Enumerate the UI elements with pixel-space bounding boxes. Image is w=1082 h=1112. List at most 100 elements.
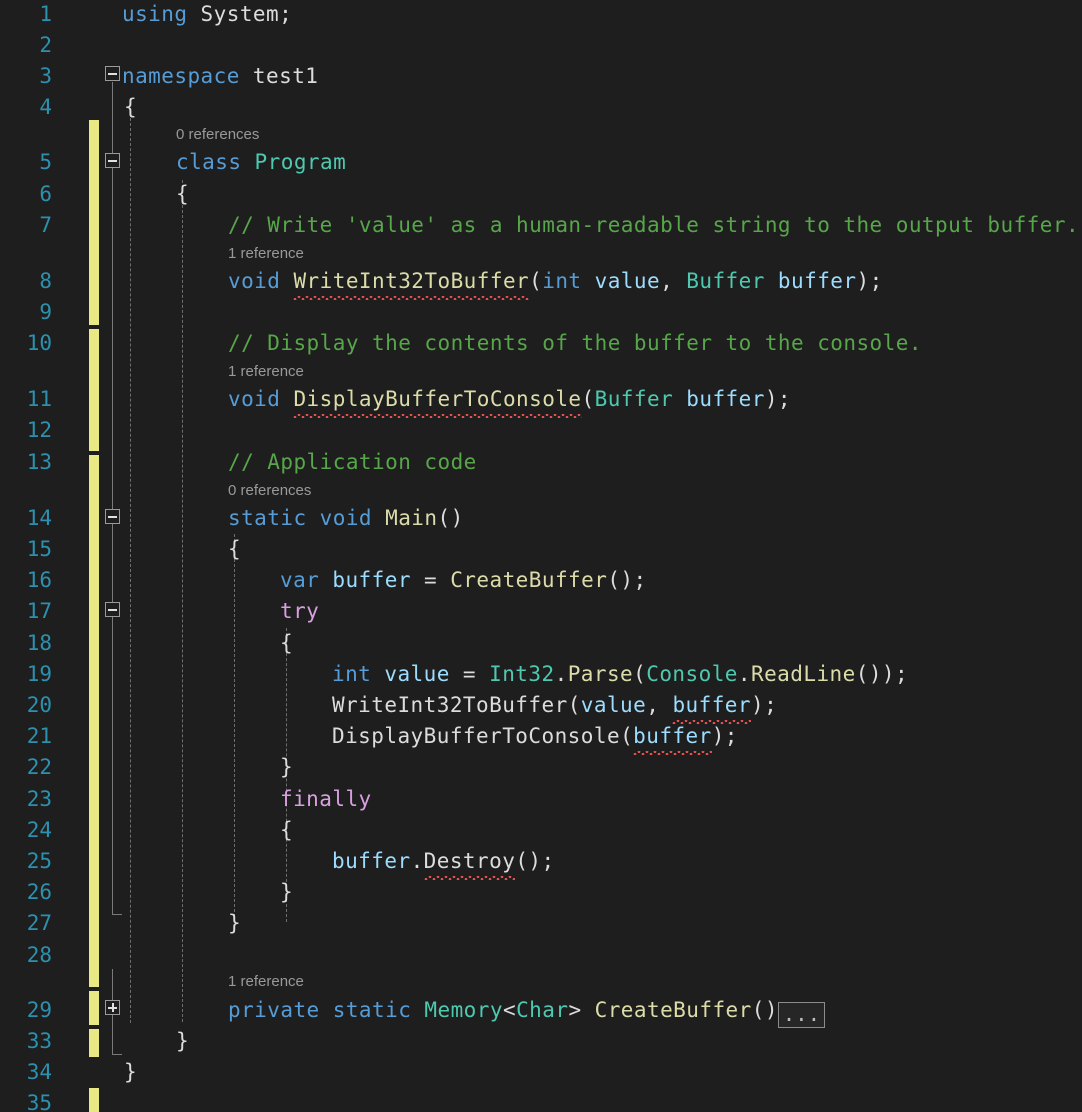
token-comma: ,	[646, 693, 672, 717]
code-line-25[interactable]: buffer.Destroy();	[332, 846, 555, 877]
code-line-20[interactable]: WriteInt32ToBuffer(value, buffer);	[332, 690, 777, 721]
collapsed-region-ellipsis[interactable]: ...	[778, 1002, 825, 1028]
line-number: 15	[0, 534, 52, 565]
type-buffer: Buffer	[686, 269, 765, 293]
token-close-paren-semicolon: );	[857, 269, 883, 293]
comment-display-contents: // Display the contents of the buffer to…	[228, 331, 922, 355]
fold-toggle-expand-createbuffer[interactable]	[105, 1000, 120, 1015]
local-value: value	[371, 662, 450, 686]
indent-guide	[234, 534, 235, 922]
minus-icon	[108, 516, 117, 518]
type-char: Char	[516, 998, 568, 1022]
code-line-13[interactable]: // Application code	[228, 447, 477, 478]
method-readline[interactable]: ReadLine	[751, 662, 856, 686]
code-line-5[interactable]: class Program	[176, 147, 346, 178]
code-line-10[interactable]: // Display the contents of the buffer to…	[228, 328, 922, 359]
codelens-references[interactable]: 1 reference	[228, 362, 304, 381]
code-line-8[interactable]: void WriteInt32ToBuffer(int value, Buffe…	[228, 266, 883, 297]
token-assign: =	[411, 568, 450, 592]
method-call-destroy[interactable]: Destroy	[424, 846, 516, 877]
token-open-brace: {	[280, 631, 293, 655]
code-line-11[interactable]: void DisplayBufferToConsole(Buffer buffe…	[228, 384, 791, 415]
code-line-24[interactable]: {	[280, 815, 293, 846]
line-number: 3	[0, 61, 52, 92]
code-line-4[interactable]: {	[124, 92, 137, 123]
change-bar-segment	[89, 455, 99, 987]
fold-toggle-collapse-main[interactable]	[105, 509, 120, 524]
fold-toggle-collapse-try[interactable]	[105, 602, 120, 617]
argument-buffer[interactable]: buffer	[672, 690, 751, 721]
indent-guide	[130, 118, 131, 1023]
keyword-int: int	[542, 269, 581, 293]
fold-toggle-collapse-namespace[interactable]	[105, 66, 120, 81]
codelens-references[interactable]: 1 reference	[228, 244, 304, 263]
method-createbuffer[interactable]: CreateBuffer	[595, 998, 752, 1022]
token-system: System;	[187, 2, 292, 26]
codelens-references[interactable]: 0 references	[228, 481, 311, 500]
keyword-void: void	[228, 269, 280, 293]
method-writeint32tobuffer[interactable]: WriteInt32ToBuffer	[293, 266, 529, 297]
code-editor[interactable]: 1 2 3 4 5 6 7 8 9 10 11 12 13 14 15 16 1…	[0, 0, 1082, 1112]
fold-toggle-collapse-class[interactable]	[105, 153, 120, 168]
code-line-33[interactable]: }	[176, 1026, 189, 1057]
code-line-23[interactable]: finally	[280, 784, 372, 815]
minus-icon	[108, 609, 117, 611]
token-open-brace: {	[280, 818, 293, 842]
token-space	[280, 269, 293, 293]
code-line-26[interactable]: }	[280, 877, 293, 908]
change-bar-segment	[89, 1029, 99, 1057]
token-assign: =	[450, 662, 489, 686]
method-createbuffer-call[interactable]: CreateBuffer	[450, 568, 607, 592]
code-line-17[interactable]: try	[280, 596, 319, 627]
code-line-16[interactable]: var buffer = CreateBuffer();	[280, 565, 647, 596]
method-call-displaybuffertoconsole[interactable]: DisplayBufferToConsole	[332, 724, 620, 748]
line-number: 7	[0, 210, 52, 241]
argument-buffer[interactable]: buffer	[633, 721, 712, 752]
method-call-writeint32tobuffer[interactable]: WriteInt32ToBuffer	[332, 693, 568, 717]
code-line-1[interactable]: using System;	[122, 0, 292, 30]
method-parse[interactable]: Parse	[568, 662, 633, 686]
code-line-14[interactable]: static void Main()	[228, 503, 464, 534]
code-line-6[interactable]: {	[176, 179, 189, 210]
code-line-3[interactable]: namespace test1	[122, 61, 318, 92]
line-number: 21	[0, 721, 52, 752]
keyword-static: static	[228, 506, 307, 530]
outline-structure-end	[112, 914, 122, 915]
change-bar-segment	[89, 1088, 99, 1112]
line-number: 16	[0, 565, 52, 596]
line-number: 29	[0, 995, 52, 1026]
token-close-paren-semicolon: );	[765, 387, 791, 411]
code-line-19[interactable]: int value = Int32.Parse(Console.ReadLine…	[332, 659, 908, 690]
code-line-27[interactable]: }	[228, 908, 241, 939]
codelens-references[interactable]: 0 references	[176, 125, 259, 144]
token-namespace-name: test1	[240, 64, 319, 88]
keyword-void: void	[228, 387, 280, 411]
code-line-7[interactable]: // Write 'value' as a human-readable str…	[228, 210, 1079, 241]
parameter-buffer: buffer	[673, 387, 765, 411]
code-line-21[interactable]: DisplayBufferToConsole(buffer);	[332, 721, 738, 752]
token-open-brace: {	[124, 95, 137, 119]
type-int32: Int32	[489, 662, 554, 686]
method-main[interactable]: Main	[372, 506, 437, 530]
code-line-18[interactable]: {	[280, 628, 293, 659]
change-bar-segment	[89, 120, 99, 325]
code-line-22[interactable]: }	[280, 752, 293, 783]
plus-icon-vertical	[112, 1003, 114, 1012]
method-displaybuffertoconsole[interactable]: DisplayBufferToConsole	[293, 384, 581, 415]
change-bar-segment	[89, 991, 99, 1025]
code-line-34[interactable]: }	[124, 1057, 137, 1088]
code-line-29[interactable]: private static Memory<Char> CreateBuffer…	[228, 995, 825, 1028]
change-bar-segment	[89, 329, 99, 451]
codelens-references[interactable]: 1 reference	[228, 972, 304, 991]
indent-guide	[182, 180, 183, 1022]
code-line-15[interactable]: {	[228, 534, 241, 565]
line-number: 4	[0, 92, 52, 123]
line-number: 6	[0, 179, 52, 210]
token-open-paren: (	[633, 662, 646, 686]
line-number: 34	[0, 1057, 52, 1088]
token-dot: .	[555, 662, 568, 686]
outline-structure-end	[112, 1054, 122, 1055]
line-number: 23	[0, 784, 52, 815]
token-open-paren: (	[529, 269, 542, 293]
parameter-buffer: buffer	[765, 269, 857, 293]
